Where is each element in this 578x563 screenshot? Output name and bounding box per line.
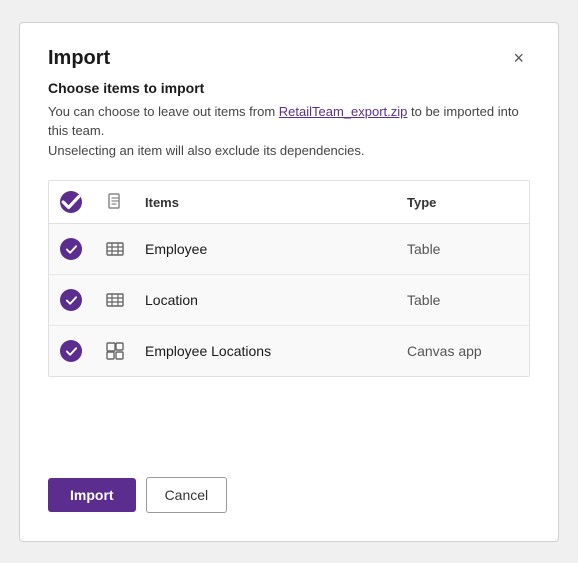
row2-type: Table xyxy=(399,292,529,308)
row1-check[interactable] xyxy=(49,238,93,260)
row1-name: Employee xyxy=(137,241,399,257)
row3-name: Employee Locations xyxy=(137,343,399,359)
dialog-header: Import × xyxy=(48,47,530,70)
import-button[interactable]: Import xyxy=(48,478,136,512)
row2-check[interactable] xyxy=(49,289,93,311)
header-checkmark-icon xyxy=(60,191,82,213)
header-items: Items xyxy=(137,195,399,210)
dialog-footer: Import Cancel xyxy=(48,477,530,513)
table-header: Items Type xyxy=(49,181,529,224)
description-link: RetailTeam_export.zip xyxy=(279,104,408,119)
header-check-icon xyxy=(60,191,82,213)
header-check-cell xyxy=(49,191,93,213)
checkmark-icon xyxy=(65,243,78,256)
table-icon xyxy=(105,239,125,259)
row3-check[interactable] xyxy=(49,340,93,362)
row1-checkmark xyxy=(60,238,82,260)
row1-type: Table xyxy=(399,241,529,257)
row1-icon-cell xyxy=(93,239,137,259)
row2-icon-cell xyxy=(93,290,137,310)
header-type: Type xyxy=(399,195,529,210)
description: You can choose to leave out items from R… xyxy=(48,102,530,161)
cancel-button[interactable]: Cancel xyxy=(146,477,228,513)
header-file-icon xyxy=(105,192,125,212)
row2-name: Location xyxy=(137,292,399,308)
table-row: Location Table xyxy=(49,275,529,326)
checkmark-icon xyxy=(65,294,78,307)
items-table: Items Type Employe xyxy=(48,180,530,377)
close-button[interactable]: × xyxy=(507,47,530,69)
table-row: Employee Locations Canvas app xyxy=(49,326,529,376)
checkmark-icon xyxy=(65,345,78,358)
header-icon-cell xyxy=(93,192,137,212)
row3-checkmark xyxy=(60,340,82,362)
description-text1: You can choose to leave out items from xyxy=(48,104,279,119)
row3-icon-cell xyxy=(93,341,137,361)
table-row: Employee Table xyxy=(49,224,529,275)
subtitle: Choose items to import xyxy=(48,80,530,96)
canvas-app-icon xyxy=(105,341,125,361)
dialog-title: Import xyxy=(48,47,110,70)
row3-type: Canvas app xyxy=(399,343,529,359)
row2-checkmark xyxy=(60,289,82,311)
import-dialog: Import × Choose items to import You can … xyxy=(19,22,559,542)
table-icon xyxy=(105,290,125,310)
description-line2: Unselecting an item will also exclude it… xyxy=(48,143,365,158)
